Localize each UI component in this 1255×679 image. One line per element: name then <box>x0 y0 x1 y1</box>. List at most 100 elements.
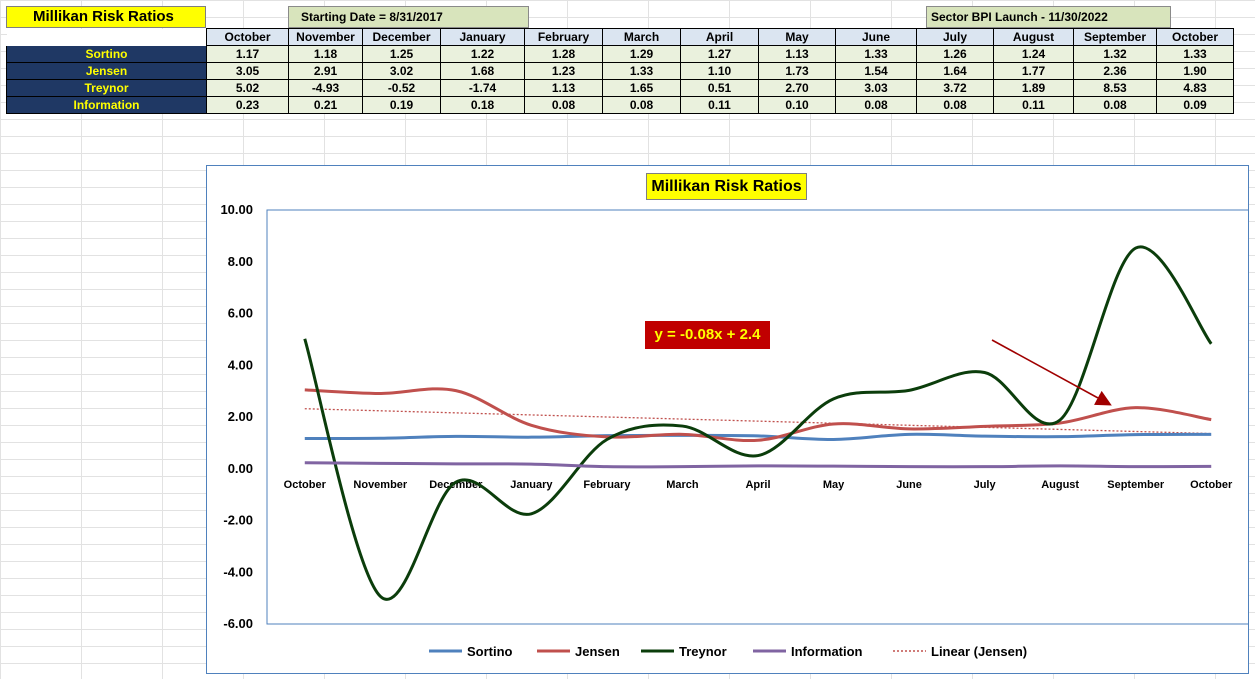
value-cell[interactable]: 1.77 <box>993 62 1074 80</box>
month-header[interactable]: January <box>440 28 525 46</box>
month-header[interactable]: July <box>916 28 994 46</box>
value-cell[interactable]: 2.91 <box>288 62 363 80</box>
value-cell[interactable]: 8.53 <box>1073 79 1157 97</box>
value-cell[interactable]: 1.18 <box>288 45 363 63</box>
value-cell[interactable]: 1.24 <box>993 45 1074 63</box>
value-cell[interactable]: 3.03 <box>835 79 917 97</box>
legend-label[interactable]: Jensen <box>575 644 620 659</box>
chart-area[interactable]: 10.00 8.00 6.00 4.00 2.00 0.00 -2.00 -4.00 -6.00… <box>206 165 1249 674</box>
legend-label[interactable]: Linear (Jensen) <box>931 644 1027 659</box>
value-cell[interactable]: 1.33 <box>602 62 681 80</box>
value-cell[interactable]: 0.23 <box>206 96 289 114</box>
value-cell[interactable]: 0.19 <box>362 96 441 114</box>
month-header-row: October November December January Februa… <box>6 28 1234 46</box>
value-cell[interactable]: 0.08 <box>1073 96 1157 114</box>
value-cell[interactable]: 1.26 <box>916 45 994 63</box>
value-cell[interactable]: 0.51 <box>680 79 759 97</box>
value-cell[interactable]: 1.23 <box>524 62 603 80</box>
value-cell[interactable]: 1.27 <box>680 45 759 63</box>
value-cell[interactable]: 1.90 <box>1156 62 1234 80</box>
value-cell[interactable]: -4.93 <box>288 79 363 97</box>
y-tick-label: -4.00 <box>223 564 253 579</box>
value-cell[interactable]: 0.10 <box>758 96 836 114</box>
value-cell[interactable]: 1.68 <box>440 62 525 80</box>
x-category-label: February <box>583 479 631 491</box>
starting-date-cell[interactable]: Starting Date = 8/31/2017 <box>288 6 529 28</box>
x-category-label: January <box>510 479 553 491</box>
value-cell[interactable]: 0.18 <box>440 96 525 114</box>
value-cell[interactable]: 0.08 <box>835 96 917 114</box>
trendline-equation-label: y = -0.08x + 2.4 <box>645 321 770 349</box>
value-cell[interactable]: 0.08 <box>602 96 681 114</box>
y-tick-label: -2.00 <box>223 513 253 528</box>
month-header[interactable]: August <box>993 28 1074 46</box>
launch-note-cell[interactable]: Sector BPI Launch - 11/30/2022 <box>926 6 1171 28</box>
x-category-label: May <box>823 479 845 491</box>
x-category-label: November <box>353 479 408 491</box>
value-cell[interactable]: 1.10 <box>680 62 759 80</box>
ratio-row-jensen: Jensen 3.05 2.91 3.02 1.68 1.23 1.33 1.10 1.73 1.… <box>6 62 1234 80</box>
value-cell[interactable]: 0.08 <box>916 96 994 114</box>
month-header[interactable]: February <box>524 28 603 46</box>
y-tick-label: -6.00 <box>223 616 253 631</box>
value-cell[interactable]: 1.13 <box>524 79 603 97</box>
legend-label[interactable]: Sortino <box>467 644 513 659</box>
value-cell[interactable]: 2.36 <box>1073 62 1157 80</box>
value-cell[interactable]: -1.74 <box>440 79 525 97</box>
value-cell[interactable]: 1.33 <box>835 45 917 63</box>
value-cell[interactable]: 1.65 <box>602 79 681 97</box>
row-label-cell[interactable]: Sortino <box>6 45 207 63</box>
value-cell[interactable]: 0.08 <box>524 96 603 114</box>
value-cell[interactable]: 1.28 <box>524 45 603 63</box>
y-tick-label: 4.00 <box>228 357 253 372</box>
series-line-information <box>304 461 1212 469</box>
value-cell[interactable]: 1.13 <box>758 45 836 63</box>
value-cell[interactable]: 2.70 <box>758 79 836 97</box>
value-cell[interactable]: 1.32 <box>1073 45 1157 63</box>
chart-title: Millikan Risk Ratios <box>646 173 807 200</box>
value-cell[interactable]: 1.17 <box>206 45 289 63</box>
row-label-cell[interactable]: Treynor <box>6 79 207 97</box>
value-cell[interactable]: 0.11 <box>680 96 759 114</box>
month-header[interactable]: October <box>206 28 289 46</box>
month-header[interactable]: October <box>1156 28 1234 46</box>
value-cell[interactable]: -0.52 <box>362 79 441 97</box>
month-header[interactable]: September <box>1073 28 1157 46</box>
month-header[interactable]: April <box>680 28 759 46</box>
legend-label[interactable]: Information <box>791 644 863 659</box>
value-cell[interactable]: 1.73 <box>758 62 836 80</box>
value-cell[interactable]: 1.29 <box>602 45 681 63</box>
legend-label[interactable]: Treynor <box>679 644 727 659</box>
value-cell[interactable]: 0.21 <box>288 96 363 114</box>
month-header[interactable]: November <box>288 28 363 46</box>
header-corner-cell[interactable] <box>6 28 207 46</box>
value-cell[interactable]: 0.11 <box>993 96 1074 114</box>
value-cell[interactable]: 4.83 <box>1156 79 1234 97</box>
ratio-row-sortino: Sortino 1.17 1.18 1.25 1.22 1.28 1.29 1.27 1.13 1… <box>6 45 1234 63</box>
ratio-row-information: Information 0.23 0.21 0.19 0.18 0.08 0.08 0.11 0… <box>6 96 1234 114</box>
month-header[interactable]: June <box>835 28 917 46</box>
value-cell[interactable]: 3.02 <box>362 62 441 80</box>
row-label-cell[interactable]: Jensen <box>6 62 207 80</box>
value-cell[interactable]: 1.25 <box>362 45 441 63</box>
value-cell[interactable]: 1.89 <box>993 79 1074 97</box>
value-cell[interactable]: 1.22 <box>440 45 525 63</box>
x-category-label: July <box>974 479 997 491</box>
row-label-cell[interactable]: Information <box>6 96 207 114</box>
value-cell[interactable]: 3.72 <box>916 79 994 97</box>
month-header[interactable]: May <box>758 28 836 46</box>
y-tick-label: 0.00 <box>228 461 253 476</box>
month-header[interactable]: March <box>602 28 681 46</box>
value-cell[interactable]: 1.54 <box>835 62 917 80</box>
value-cell[interactable]: 0.09 <box>1156 96 1234 114</box>
value-cell[interactable]: 1.33 <box>1156 45 1234 63</box>
sheet-title-cell[interactable]: Millikan Risk Ratios <box>6 6 206 28</box>
y-tick-label: 2.00 <box>228 409 253 424</box>
value-cell[interactable]: 5.02 <box>206 79 289 97</box>
y-tick-label: 8.00 <box>228 254 253 269</box>
x-category-label: August <box>1041 479 1079 491</box>
y-tick-label: 6.00 <box>228 306 253 321</box>
value-cell[interactable]: 3.05 <box>206 62 289 80</box>
value-cell[interactable]: 1.64 <box>916 62 994 80</box>
month-header[interactable]: December <box>362 28 441 46</box>
